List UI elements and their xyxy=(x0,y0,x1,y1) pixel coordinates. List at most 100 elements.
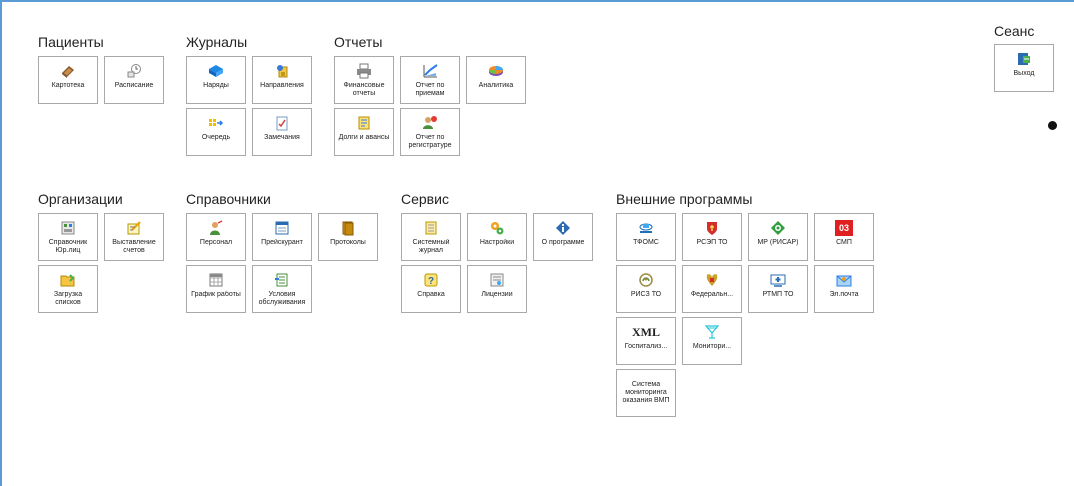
tile-risar[interactable]: МР (РИСАР) xyxy=(748,213,808,261)
tile-referrals[interactable]: Направления xyxy=(252,56,312,104)
tile-debts-advances[interactable]: Долги и авансы xyxy=(334,108,394,156)
tile-label: Расписание xyxy=(114,82,154,89)
tile-label: Отчет по приемам xyxy=(415,82,445,97)
tile-remarks[interactable]: Замечания xyxy=(252,108,312,156)
tile-card-file[interactable]: Картотека xyxy=(38,56,98,104)
card-file-icon xyxy=(60,63,76,79)
tile-orders[interactable]: Наряды xyxy=(186,56,246,104)
tile-load-lists[interactable]: Загрузка списков xyxy=(38,265,98,313)
tile-schedule[interactable]: Расписание xyxy=(104,56,164,104)
tile-email[interactable]: Эл.почта xyxy=(814,265,874,313)
orders-icon xyxy=(208,63,224,79)
tile-label: График работы xyxy=(191,291,241,298)
tile-work-schedule[interactable]: График работы xyxy=(186,265,246,313)
status-dot xyxy=(1048,121,1057,130)
tile-label: Замечания xyxy=(264,134,300,141)
risz-icon xyxy=(638,272,654,288)
tile-label: Направления xyxy=(260,82,304,89)
tile-label: ТФОМС xyxy=(633,239,659,246)
tile-label: Условия обслуживания xyxy=(258,291,306,306)
rtmp-icon xyxy=(770,272,786,288)
legal-entities-icon xyxy=(60,220,76,236)
tile-label: Финансовые отчеты xyxy=(343,82,385,97)
folder-load-icon xyxy=(60,272,76,288)
smp-icon: 03 xyxy=(835,220,853,236)
tile-tfoms[interactable]: ТФОМС xyxy=(616,213,676,261)
referrals-icon xyxy=(274,63,290,79)
tile-vmp-monitoring[interactable]: Система мониторинга оказания ВМП xyxy=(616,369,676,417)
tile-label: Персонал xyxy=(199,239,233,246)
rsep-icon xyxy=(704,220,720,236)
settings-icon xyxy=(489,220,505,236)
printer-icon xyxy=(356,63,372,79)
tile-label: Монитори... xyxy=(692,343,732,350)
tile-registry-report[interactable]: Отчет по регистратуре xyxy=(400,108,460,156)
tile-label: РИСЗ ТО xyxy=(630,291,662,298)
tile-label: Системный журнал xyxy=(412,239,450,254)
analytics-icon xyxy=(488,63,504,79)
tile-rtmp[interactable]: РТМП ТО xyxy=(748,265,808,313)
tile-licenses[interactable]: Лицензии xyxy=(467,265,527,313)
tile-about[interactable]: О программе xyxy=(533,213,593,261)
tile-service-terms[interactable]: Условия обслуживания xyxy=(252,265,312,313)
group-title-journals: Журналы xyxy=(186,34,248,50)
system-log-icon xyxy=(423,220,439,236)
invoice-icon xyxy=(126,220,142,236)
tile-monitoring[interactable]: Монитори... xyxy=(682,317,742,365)
tile-financial-reports[interactable]: Финансовые отчеты xyxy=(334,56,394,104)
group-title-patients: Пациенты xyxy=(38,34,104,50)
remarks-icon xyxy=(274,115,290,131)
tile-protocols[interactable]: Протоколы xyxy=(318,213,378,261)
tile-invoicing[interactable]: Выставление счетов xyxy=(104,213,164,261)
tile-analytics[interactable]: Аналитика xyxy=(466,56,526,104)
tile-label: РТМП ТО xyxy=(762,291,794,298)
tile-rsep[interactable]: РСЭП ТО xyxy=(682,213,742,261)
service-terms-icon xyxy=(274,272,290,288)
tile-system-log[interactable]: Системный журнал xyxy=(401,213,461,261)
tile-label: Очередь xyxy=(201,134,231,141)
tile-report-receptions[interactable]: Отчет по приемам xyxy=(400,56,460,104)
tile-label: Справка xyxy=(417,291,445,298)
tile-label: Справочник Юр.лиц xyxy=(48,239,88,254)
tile-hospitalization[interactable]: XML Госпитализ... xyxy=(616,317,676,365)
group-title-reports: Отчеты xyxy=(334,34,383,50)
staff-icon xyxy=(208,220,224,236)
license-icon xyxy=(489,272,505,288)
tile-legal-entities[interactable]: Справочник Юр.лиц xyxy=(38,213,98,261)
tile-label: Лицензии xyxy=(481,291,513,298)
group-title-directories: Справочники xyxy=(186,191,271,207)
email-icon xyxy=(836,272,852,288)
tile-label: Госпитализ... xyxy=(624,343,668,350)
tile-federal[interactable]: Федеральн... xyxy=(682,265,742,313)
xml-icon: XML xyxy=(632,324,660,339)
tile-smp[interactable]: 03 СМП xyxy=(814,213,874,261)
tile-label: Федеральн... xyxy=(690,291,734,298)
protocols-icon xyxy=(340,220,356,236)
tile-label: Настройки xyxy=(479,239,515,246)
tfoms-icon xyxy=(638,220,654,236)
tile-price-list[interactable]: Прейскурант xyxy=(252,213,312,261)
group-title-service: Сервис xyxy=(401,191,449,207)
tile-label: Наряды xyxy=(203,82,229,89)
group-title-external: Внешние программы xyxy=(616,191,753,207)
tile-help[interactable]: ? Справка xyxy=(401,265,461,313)
tile-label: Эл.почта xyxy=(829,291,859,298)
tile-exit[interactable]: Выход xyxy=(994,44,1054,92)
queue-icon xyxy=(208,115,224,131)
monitoring-icon xyxy=(704,324,720,340)
tile-label: Выставление счетов xyxy=(112,239,156,254)
tile-risz[interactable]: РИСЗ ТО xyxy=(616,265,676,313)
tile-label: Картотека xyxy=(51,82,85,89)
group-title-session: Сеанс xyxy=(994,23,1035,39)
tile-staff[interactable]: Персонал xyxy=(186,213,246,261)
tile-label: СМП xyxy=(836,239,852,246)
info-icon xyxy=(555,220,571,236)
group-title-organizations: Организации xyxy=(38,191,123,207)
tile-label: Система мониторинга оказания ВМП xyxy=(622,381,670,404)
chart-icon xyxy=(422,63,438,79)
tile-queue[interactable]: Очередь xyxy=(186,108,246,156)
tile-label: РСЭП ТО xyxy=(696,239,728,246)
tile-settings[interactable]: Настройки xyxy=(467,213,527,261)
tile-label: Загрузка списков xyxy=(53,291,83,306)
work-schedule-icon xyxy=(208,272,224,288)
